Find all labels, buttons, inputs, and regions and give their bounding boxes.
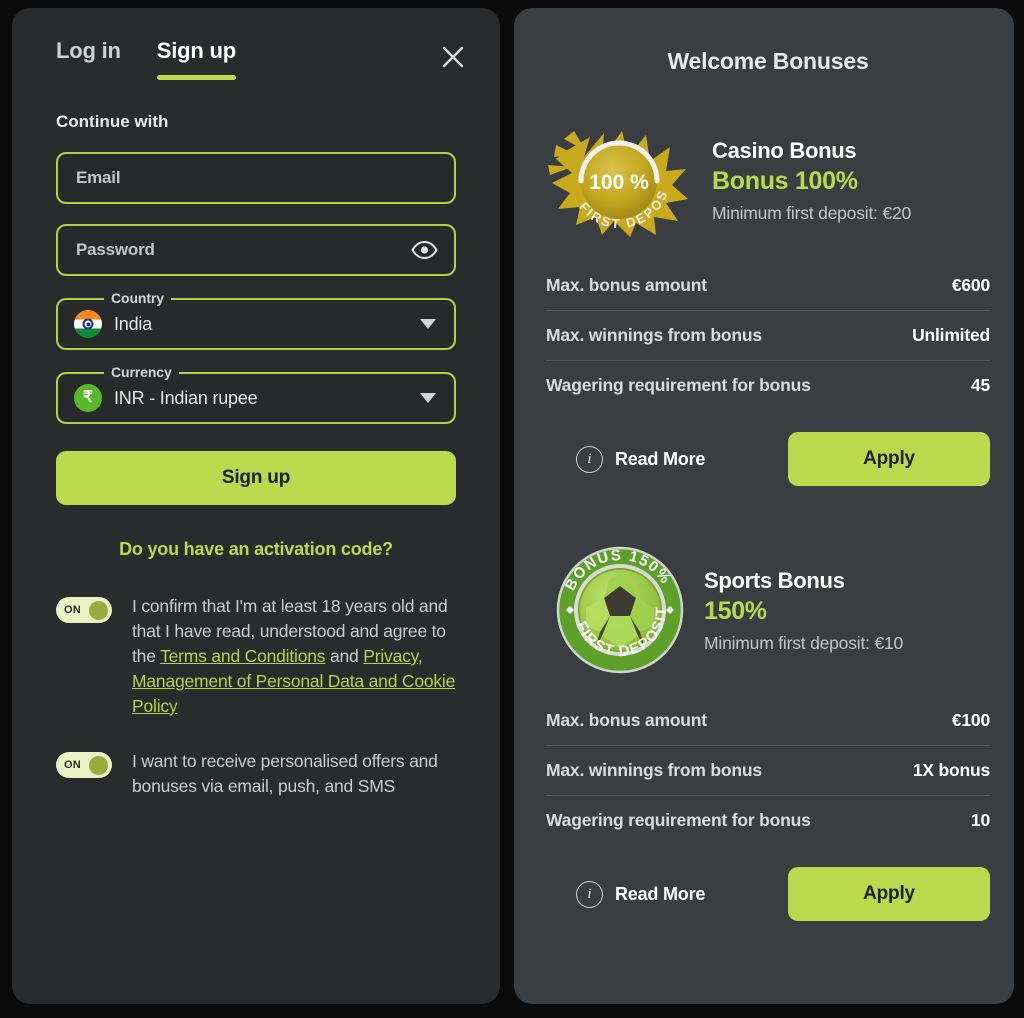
spec-label: Max. winnings from bonus xyxy=(546,760,762,780)
password-field[interactable]: Password xyxy=(56,224,456,276)
spec-value: Unlimited xyxy=(912,325,990,345)
bonus-minimum-deposit: Minimum first deposit: €10 xyxy=(704,633,904,653)
bonus-meta: Sports Bonus 150% Minimum first deposit:… xyxy=(704,566,903,654)
bonus-spec-list: Max. bonus amount €600 Max. winnings fro… xyxy=(546,261,990,410)
signup-button[interactable]: Sign up xyxy=(56,451,456,505)
consent-row-marketing: ON I want to receive personalised offers… xyxy=(56,749,456,799)
activation-code-link[interactable]: Do you have an activation code? xyxy=(56,539,456,560)
info-icon: i xyxy=(576,880,603,908)
terms-and-conditions-link[interactable]: Terms and Conditions xyxy=(160,646,325,666)
table-row: Wagering requirement for bonus 45 xyxy=(546,361,990,410)
spec-label: Max. bonus amount xyxy=(546,275,707,295)
bonus-actions: i Read More Apply xyxy=(546,867,990,921)
bonus-amount: 150% xyxy=(704,597,767,625)
table-row: Max. winnings from bonus Unlimited xyxy=(546,311,990,361)
gold-first-deposit-badge-icon: 100 % FIRST DEPOSIT xyxy=(546,121,692,239)
bonus-card-casino: 100 % FIRST DEPOSIT Casino Bonus Bonus 1… xyxy=(546,121,990,486)
consent-row-age-terms: ON I confirm that I'm at least 18 years … xyxy=(56,594,456,719)
marketing-toggle[interactable]: ON xyxy=(56,752,112,778)
password-placeholder: Password xyxy=(76,240,155,259)
toggle-knob xyxy=(89,600,108,620)
green-football-bonus-badge-icon: BONUS 150% FIRST DEPOSIT xyxy=(556,546,684,674)
bonus-meta: Casino Bonus Bonus 100% Minimum first de… xyxy=(712,136,911,224)
age-terms-text: I confirm that I'm at least 18 years old… xyxy=(132,594,456,719)
table-row: Max. winnings from bonus 1X bonus xyxy=(546,746,990,796)
spec-value: 1X bonus xyxy=(912,760,990,780)
auth-tabs: Log in Sign up xyxy=(56,38,456,80)
bonus-panel: Welcome Bonuses 100 % FIRST DEPOS Casino… xyxy=(514,8,1014,1004)
bonus-name: Casino Bonus xyxy=(712,138,857,163)
info-icon: i xyxy=(576,445,603,473)
bonus-header: BONUS 150% FIRST DEPOSIT Sports Bonus 15… xyxy=(546,546,990,674)
tab-log-in[interactable]: Log in xyxy=(56,38,121,80)
spec-value: €600 xyxy=(951,275,990,295)
spec-label: Wagering requirement for bonus xyxy=(546,375,811,395)
spec-label: Wagering requirement for bonus xyxy=(546,810,811,830)
apply-button[interactable]: Apply xyxy=(788,867,990,921)
marketing-text: I want to receive personalised offers an… xyxy=(132,751,438,796)
spec-value: €100 xyxy=(951,710,990,730)
continue-with-label: Continue with xyxy=(56,112,169,131)
toggle-state-label: ON xyxy=(64,604,81,616)
close-icon[interactable] xyxy=(436,40,470,74)
country-value: India xyxy=(114,313,153,334)
email-placeholder: Email xyxy=(76,168,121,187)
toggle-state-label: ON xyxy=(64,759,81,771)
eye-icon[interactable] xyxy=(411,241,438,259)
bonus-header: 100 % FIRST DEPOSIT Casino Bonus Bonus 1… xyxy=(546,121,990,239)
apply-button[interactable]: Apply xyxy=(788,432,990,486)
email-field[interactable]: Email xyxy=(56,152,456,204)
auth-panel: Log in Sign up Continue with Email Passw… xyxy=(12,8,500,1004)
table-row: Max. bonus amount €100 xyxy=(546,696,990,746)
table-row: Max. bonus amount €600 xyxy=(546,261,990,311)
spec-label: Max. bonus amount xyxy=(546,710,707,730)
bonus-minimum-deposit: Minimum first deposit: €20 xyxy=(712,203,912,223)
age-terms-toggle[interactable]: ON xyxy=(56,597,112,623)
toggle-knob xyxy=(89,755,108,775)
signup-bonus-modal: Log in Sign up Continue with Email Passw… xyxy=(0,0,1024,1018)
country-legend: Country xyxy=(104,290,171,306)
bonus-amount: Bonus 100% xyxy=(712,167,858,195)
tab-sign-up[interactable]: Sign up xyxy=(156,38,237,80)
read-more-label: Read More xyxy=(615,448,706,469)
rupee-icon: ₹ xyxy=(74,384,102,412)
spec-value: 10 xyxy=(970,810,990,830)
currency-legend: Currency xyxy=(104,364,179,380)
bonus-spec-list: Max. bonus amount €100 Max. winnings fro… xyxy=(546,696,990,845)
page-title: Welcome Bonuses xyxy=(667,48,869,74)
chevron-down-icon[interactable] xyxy=(420,319,436,329)
spec-value: 45 xyxy=(970,375,990,395)
chevron-down-icon[interactable] xyxy=(420,393,436,403)
consent-text-segment: and xyxy=(325,646,364,666)
bonus-card-sports: BONUS 150% FIRST DEPOSIT Sports Bonus 15… xyxy=(546,546,990,921)
read-more-label: Read More xyxy=(615,883,706,904)
svg-text:100 %: 100 % xyxy=(589,171,649,194)
country-select[interactable]: Country India xyxy=(56,290,456,350)
india-flag-icon xyxy=(74,310,102,338)
spec-label: Max. winnings from bonus xyxy=(546,325,762,345)
read-more-button[interactable]: i Read More xyxy=(546,880,706,908)
currency-select[interactable]: Currency ₹ INR - Indian rupee xyxy=(56,364,456,424)
bonus-name: Sports Bonus xyxy=(704,568,845,593)
bonus-actions: i Read More Apply xyxy=(546,432,990,486)
table-row: Wagering requirement for bonus 10 xyxy=(546,796,990,845)
read-more-button[interactable]: i Read More xyxy=(546,445,706,473)
currency-value: INR - Indian rupee xyxy=(114,387,258,408)
